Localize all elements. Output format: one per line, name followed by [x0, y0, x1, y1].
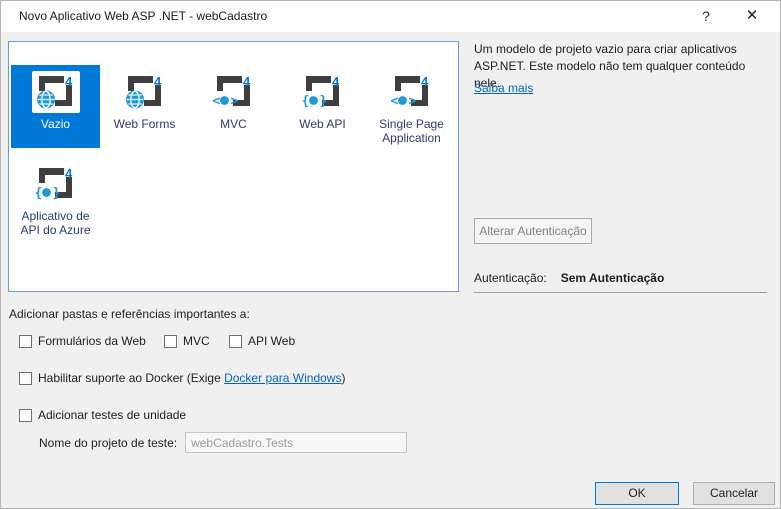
single-page-app-icon: 4 < >	[387, 71, 436, 113]
checkbox-mvc-folders[interactable]: MVC	[164, 334, 210, 348]
test-project-name-input[interactable]	[185, 432, 408, 453]
checkbox-web-forms-folders[interactable]: Formulários da Web	[19, 334, 146, 348]
template-item-web-api[interactable]: 4 { } Web API	[278, 65, 367, 148]
close-icon[interactable]: ✕	[736, 5, 768, 27]
template-item-spa[interactable]: 4 < > Single Page Application	[367, 65, 456, 148]
web-api-icon: 4 { }	[298, 71, 347, 113]
template-tiles: 4 Vazio 4 Web Forms 4 < > MVC 4 {} Web …	[9, 42, 458, 240]
test-project-name-label: Nome do projeto de teste:	[39, 435, 178, 450]
add-folders-heading: Adicionar pastas e referências important…	[9, 307, 250, 321]
template-item-vazio[interactable]: 4 Vazio	[11, 65, 100, 148]
svg-text:<: <	[390, 94, 398, 109]
template-item-web-forms[interactable]: 4 Web Forms	[100, 65, 189, 148]
web-forms-icon: 4	[120, 71, 169, 113]
svg-text:4: 4	[65, 166, 73, 181]
svg-text:>: >	[408, 94, 416, 109]
svg-text:{: {	[34, 186, 42, 201]
checkbox-docker-support[interactable]: Habilitar suporte ao Docker (Exige Docke…	[19, 371, 345, 385]
change-authentication-button[interactable]: Alterar Autenticação	[474, 218, 592, 244]
svg-text:4: 4	[332, 74, 340, 89]
template-item-azure-api[interactable]: 4 { } Aplicativo de API do Azure	[11, 157, 100, 240]
authentication-row: Autenticação: Sem Autenticação	[474, 271, 664, 285]
svg-text:}: }	[319, 94, 327, 109]
docker-for-windows-link[interactable]: Docker para Windows	[224, 371, 341, 385]
new-aspnet-web-app-dialog: Novo Aplicativo Web ASP .NET - webCadast…	[0, 0, 781, 509]
checkbox-box[interactable]	[19, 371, 32, 385]
help-icon[interactable]: ?	[690, 5, 722, 27]
separator-line	[474, 292, 767, 293]
svg-text:<: <	[212, 94, 220, 109]
checkbox-box[interactable]	[164, 334, 177, 348]
svg-text:4: 4	[421, 74, 429, 89]
svg-text:}: }	[52, 186, 60, 201]
checkbox-add-unit-tests[interactable]: Adicionar testes de unidade	[19, 408, 186, 422]
svg-text:{: {	[301, 94, 309, 109]
docker-label: Habilitar suporte ao Docker (Exige Docke…	[38, 371, 346, 385]
checkbox-box[interactable]	[19, 334, 32, 348]
ok-button[interactable]: OK	[595, 482, 679, 505]
checkbox-box[interactable]	[19, 408, 32, 422]
svg-text:4: 4	[154, 74, 162, 89]
template-item-mvc[interactable]: 4 < > MVC	[189, 65, 278, 148]
svg-text:4: 4	[243, 74, 251, 89]
mvc-icon: 4 < >	[209, 71, 258, 113]
template-list: 4 Vazio 4 Web Forms 4 < > MVC 4 {} Web …	[8, 41, 459, 292]
test-project-name-row: Nome do projeto de teste:	[39, 432, 408, 453]
checkbox-box[interactable]	[229, 334, 242, 348]
authentication-value: Sem Autenticação	[560, 271, 665, 285]
learn-more-link[interactable]: Saiba mais	[474, 81, 533, 95]
empty-web-app-icon: 4	[31, 71, 80, 113]
authentication-label: Autenticação:	[474, 271, 547, 285]
azure-api-app-icon: 4 { }	[31, 163, 80, 205]
cancel-button[interactable]: Cancelar	[693, 482, 775, 505]
checkbox-web-api-folders[interactable]: API Web	[229, 334, 295, 348]
svg-text:4: 4	[65, 74, 73, 89]
dialog-title: Novo Aplicativo Web ASP .NET - webCadast…	[19, 9, 268, 23]
svg-text:>: >	[230, 94, 238, 109]
titlebar: Novo Aplicativo Web ASP .NET - webCadast…	[1, 1, 780, 32]
